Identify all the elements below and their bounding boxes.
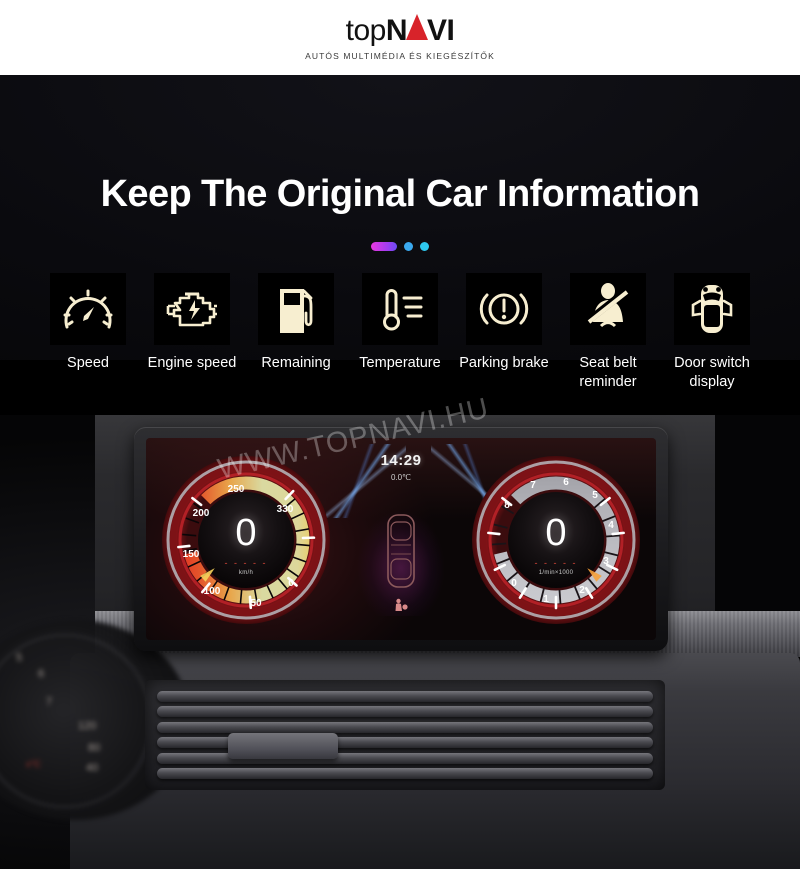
feature-temperature: Temperature [350, 273, 450, 373]
feature-label: Remaining [261, 355, 331, 371]
page-title: Keep The Original Car Information [100, 173, 700, 215]
cluster-tick: 120 [78, 720, 97, 732]
feature-label: Door switch display [674, 355, 750, 391]
cluster-tick: 7 [46, 696, 53, 708]
feature-label: Parking brake [459, 355, 549, 371]
parking-brake-icon [466, 273, 542, 345]
vent-slat [157, 706, 653, 718]
car-interior-scene: 5 6 7 120 80 40 x°C 14:29 0.0℃ 0 50 100 … [0, 415, 800, 869]
feature-label: Engine speed [147, 355, 237, 371]
carousel-pagination[interactable] [0, 242, 800, 251]
feature-label: Seat belt reminder [579, 355, 637, 391]
svg-text:50: 50 [250, 598, 262, 609]
air-vent-left [145, 680, 665, 790]
svg-text:5: 5 [592, 490, 598, 501]
vent-slat [157, 721, 653, 733]
feature-remaining: Remaining [246, 273, 346, 373]
digital-cluster-screen[interactable]: 14:29 0.0℃ 0 50 100 150 200 250 330 0 - … [146, 438, 656, 640]
svg-text:6: 6 [563, 477, 569, 488]
logo-text-top: top [345, 14, 387, 47]
brand-header: top N VI AUTÓS MULTIMÉDIA ÉS KIEGÉSZÍTŐK [0, 0, 800, 75]
feature-label: Temperature [359, 355, 441, 371]
svg-text:100: 100 [204, 586, 221, 597]
engine-check-icon [154, 273, 230, 345]
rpm-dashes: - - - - - [534, 558, 578, 568]
brand-tagline: AUTÓS MULTIMÉDIA ÉS KIEGÉSZÍTŐK [305, 51, 495, 61]
feature-speed: Speed [38, 273, 138, 373]
svg-text:0: 0 [288, 578, 294, 589]
svg-text:250: 250 [228, 484, 245, 495]
fuel-pump-icon [258, 273, 334, 345]
logo-arrow-a-icon [406, 14, 429, 40]
seat-belt-icon [570, 273, 646, 345]
speed-dashes: - - - - - [224, 558, 268, 568]
car-top-view-icon [381, 512, 421, 590]
speedometer-gauge: 0 50 100 150 200 250 330 0 - - - - - km/… [160, 454, 332, 626]
svg-text:8: 8 [504, 500, 510, 511]
car-door-icon [674, 273, 750, 345]
digital-cluster-bezel: 14:29 0.0℃ 0 50 100 150 200 250 330 0 - … [134, 427, 668, 651]
pagination-active-pill[interactable] [371, 242, 397, 251]
thermometer-icon [362, 273, 438, 345]
rpm-value: 0 [545, 512, 567, 554]
pagination-dot-2[interactable] [404, 242, 413, 251]
feature-icon-row: Speed Engine speed Remaining Temperature… [0, 273, 800, 392]
feature-engine-speed: Engine speed [142, 273, 242, 373]
promo-panel: Keep The Original Car Information Speed [0, 75, 800, 869]
passenger-airbag-warning-icon [394, 598, 408, 619]
svg-text:1: 1 [543, 594, 549, 605]
feature-door-switch: Door switch display [662, 273, 762, 392]
speedometer-icon [50, 273, 126, 345]
cluster-tick: 80 [88, 742, 101, 754]
speed-unit: km/h [238, 570, 254, 576]
feature-label: Speed [67, 355, 109, 371]
cluster-temp-label: x°C [26, 759, 41, 769]
feature-seat-belt: Seat belt reminder [558, 273, 658, 392]
vent-direction-knob[interactable] [228, 733, 338, 759]
vent-slat [157, 768, 653, 780]
logo-text-vi: VI [427, 14, 455, 47]
cluster-tick: 5 [16, 652, 23, 664]
cluster-tick: 40 [86, 762, 99, 774]
svg-text:7: 7 [530, 480, 536, 491]
rpm-unit: 1/min×1000 [538, 570, 574, 576]
tachometer-gauge: 0 1 2 3 4 5 6 7 8 0 - - - - - 1/min×1000 [470, 454, 642, 626]
svg-text:0: 0 [511, 578, 517, 589]
pagination-dot-3[interactable] [420, 242, 429, 251]
cluster-tick: 6 [38, 668, 45, 680]
logo-text-n: N [385, 14, 408, 47]
feature-parking-brake: Parking brake [454, 273, 554, 373]
vent-slat [157, 690, 653, 702]
speed-value: 0 [235, 512, 257, 554]
svg-text:2: 2 [579, 585, 585, 596]
topnavi-logo: top N VI [346, 14, 455, 46]
